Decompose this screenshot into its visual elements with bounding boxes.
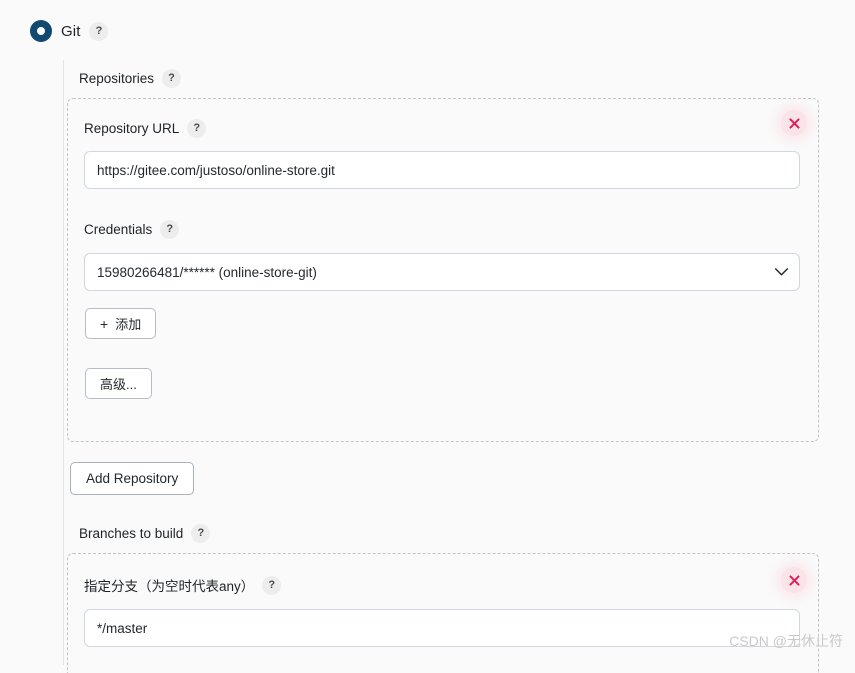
repository-url-input[interactable]	[84, 151, 800, 189]
branch-entry-panel: 指定分支（为空时代表any） ?	[67, 553, 819, 673]
credentials-label-text: Credentials	[84, 222, 153, 237]
branches-to-build-label: Branches to build ?	[79, 524, 211, 543]
scm-git-option[interactable]: Git ?	[30, 20, 109, 42]
branch-specifier-input[interactable]	[84, 609, 800, 647]
credentials-select[interactable]: 15980266481/****** (online-store-git)	[84, 253, 800, 291]
remove-branch-button[interactable]	[781, 567, 807, 593]
repositories-help-icon[interactable]: ?	[162, 69, 182, 88]
repositories-section-label: Repositories ?	[79, 69, 182, 88]
close-x-icon	[788, 117, 800, 129]
repository-entry-panel: Repository URL ? Credentials ? 159802664…	[67, 98, 819, 442]
repositories-label-text: Repositories	[79, 71, 155, 86]
git-radio-button[interactable]	[30, 20, 52, 42]
git-help-icon[interactable]: ?	[89, 21, 109, 41]
add-repository-label: Add Repository	[86, 471, 179, 486]
plus-icon: +	[100, 315, 109, 332]
add-credentials-label: 添加	[115, 317, 142, 332]
credentials-label: Credentials ?	[84, 220, 180, 239]
advanced-button[interactable]: 高级...	[85, 368, 152, 399]
advanced-label: 高级...	[100, 377, 137, 392]
repository-url-label-text: Repository URL	[84, 121, 180, 136]
csdn-watermark: CSDN @无休止符	[729, 633, 843, 649]
branch-specifier-label: 指定分支（为空时代表any） ?	[84, 575, 282, 595]
add-repository-button[interactable]: Add Repository	[70, 462, 195, 495]
close-x-icon	[788, 574, 800, 586]
add-credentials-button[interactable]: + 添加	[85, 308, 157, 339]
repository-url-label: Repository URL ?	[84, 119, 207, 138]
branch-specifier-label-text: 指定分支（为空时代表any）	[84, 579, 255, 594]
credentials-selected-value: 15980266481/****** (online-store-git)	[97, 264, 317, 280]
git-radio-inner-dot	[37, 27, 45, 35]
remove-repository-button[interactable]	[781, 110, 807, 136]
branches-to-build-label-text: Branches to build	[79, 526, 184, 541]
branches-to-build-help-icon[interactable]: ?	[191, 524, 211, 543]
git-label: Git	[61, 22, 81, 40]
branch-specifier-help-icon[interactable]: ?	[262, 575, 282, 595]
repository-url-help-icon[interactable]: ?	[187, 119, 207, 138]
credentials-help-icon[interactable]: ?	[160, 220, 180, 239]
repositories-section: Repositories ? Repository URL ? Credenti…	[63, 60, 855, 545]
credentials-select-box[interactable]: 15980266481/****** (online-store-git)	[84, 253, 800, 291]
